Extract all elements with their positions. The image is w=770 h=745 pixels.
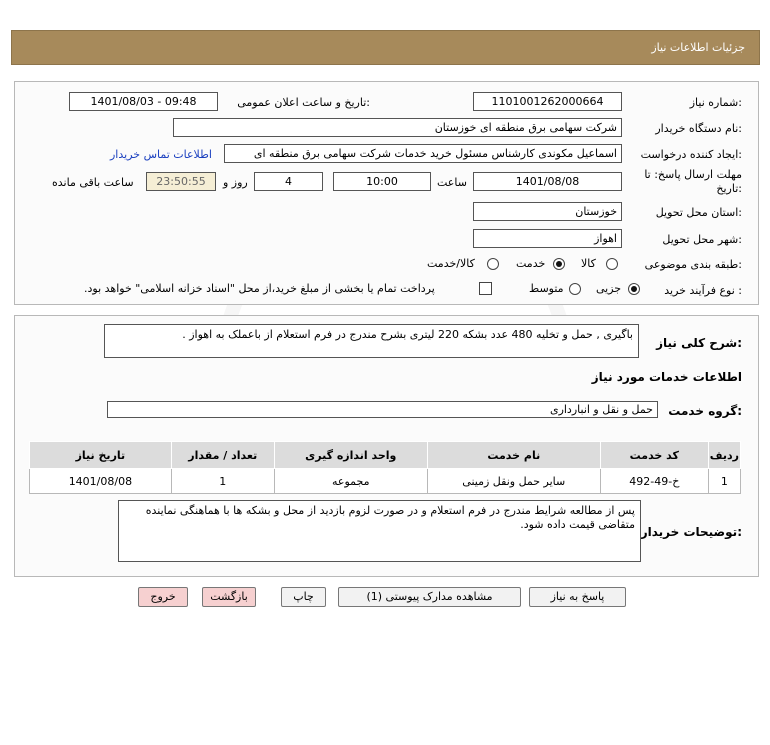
buyer-org-label: نام دستگاه خریدار: (655, 122, 742, 135)
print-button[interactable]: چاپ (281, 587, 326, 607)
delivery-province-label: استان محل تحویل: (655, 206, 742, 219)
category-option-goods-service: کالا/خدمت (427, 257, 475, 270)
need-number-label: شماره نیاز: (689, 96, 742, 109)
deadline-days-field: 4 (254, 172, 323, 191)
category-option-goods: کالا (581, 257, 596, 270)
buyer-notes-field: پس از مطالعه شرایط مندرج در فرم استعلام … (118, 500, 641, 562)
services-table: ردیف کد خدمت نام خدمت واحد اندازه گیری ت… (29, 441, 742, 494)
cell-quantity: 1 (170, 468, 275, 494)
col-service-name: نام خدمت (426, 441, 601, 469)
services-section-title: اطلاعات خدمات مورد نیاز (591, 370, 742, 384)
announce-datetime-field: 1401/08/03 - 09:48 (69, 92, 218, 111)
view-attachments-button[interactable]: مشاهده مدارک پیوستی (1) (338, 587, 521, 607)
general-desc-field: باگیری , حمل و تخلیه 480 عدد بشکه 220 لی… (104, 324, 639, 358)
category-label: طبقه بندی موضوعی: (644, 258, 742, 271)
remaining-time-field: 23:50:55 (146, 172, 216, 191)
buyer-org-field: شرکت سهامی برق منطقه ای خوزستان (173, 118, 622, 137)
category-radio-goods[interactable] (606, 258, 618, 270)
cell-service-code: خ-49-492 (599, 468, 709, 494)
service-group-field: حمل و نقل و انبارداری (107, 401, 658, 418)
service-group-label: گروه خدمت: (668, 404, 742, 418)
col-unit: واحد اندازه گیری (273, 441, 428, 469)
exit-button[interactable]: خروج (138, 587, 188, 607)
deadline-label-1: مهلت ارسال پاسخ: تا (644, 168, 742, 181)
page-header: جزئیات اطلاعات نیاز (11, 30, 760, 65)
cell-service-name: سایر حمل ونقل زمینی (426, 468, 601, 494)
process-option-medium: متوسط (529, 282, 564, 295)
buyer-contact-link[interactable]: اطلاعات تماس خریدار (110, 148, 212, 161)
col-service-code: کد خدمت (599, 441, 709, 469)
table-header-row: ردیف کد خدمت نام خدمت واحد اندازه گیری ت… (29, 441, 742, 469)
col-need-date: تاریخ نیاز (29, 441, 172, 469)
category-radio-goods-service[interactable] (487, 258, 499, 270)
reply-button[interactable]: پاسخ به نیاز (529, 587, 626, 607)
category-radio-service[interactable] (553, 258, 565, 270)
delivery-city-label: شهر محل تحویل: (662, 233, 742, 246)
cell-unit: مجموعه (273, 468, 428, 494)
process-radio-medium[interactable] (569, 283, 581, 295)
deadline-time-label: ساعت (437, 176, 467, 189)
deadline-days-label: روز و (223, 176, 248, 189)
cell-need-date: 1401/08/08 (29, 468, 172, 494)
process-radio-minor[interactable] (628, 283, 640, 295)
col-quantity: تعداد / مقدار (170, 441, 275, 469)
buyer-notes-label: توضیحات خریدار: (640, 525, 742, 539)
need-info-panel (14, 81, 759, 305)
process-option-minor: جزیی (596, 282, 622, 295)
requester-field: اسماعیل مکوندی کارشناس مسئول خرید خدمات … (224, 144, 622, 163)
deadline-date-field: 1401/08/08 (473, 172, 622, 191)
back-button[interactable]: بازگشت (202, 587, 256, 607)
deadline-time-field: 10:00 (333, 172, 431, 191)
deadline-label-2: تاریخ: (716, 182, 742, 195)
page-title: جزئیات اطلاعات نیاز (651, 41, 745, 54)
col-row-number: ردیف (707, 441, 742, 469)
purchase-process-label: نوع فرآیند خرید : (664, 284, 742, 297)
need-number-field: 1101001262000664 (473, 92, 622, 111)
requester-label: ایجاد کننده درخواست: (640, 148, 742, 161)
general-desc-label: شرح کلی نیاز: (656, 336, 742, 350)
delivery-province-field: خوزستان (473, 202, 622, 221)
delivery-city-field: اهواز (473, 229, 622, 248)
category-option-service: خدمت (516, 257, 546, 270)
remaining-time-label: ساعت باقی مانده (52, 176, 134, 189)
table-row: 1 خ-49-492 سایر حمل ونقل زمینی مجموعه 1 … (29, 468, 742, 494)
cell-row-number: 1 (707, 468, 742, 494)
treasury-payment-note: پرداخت تمام یا بخشی از مبلغ خرید،از محل … (84, 282, 435, 295)
announce-datetime-label: تاریخ و ساعت اعلان عمومی: (237, 96, 370, 109)
treasury-payment-checkbox[interactable] (479, 282, 492, 295)
